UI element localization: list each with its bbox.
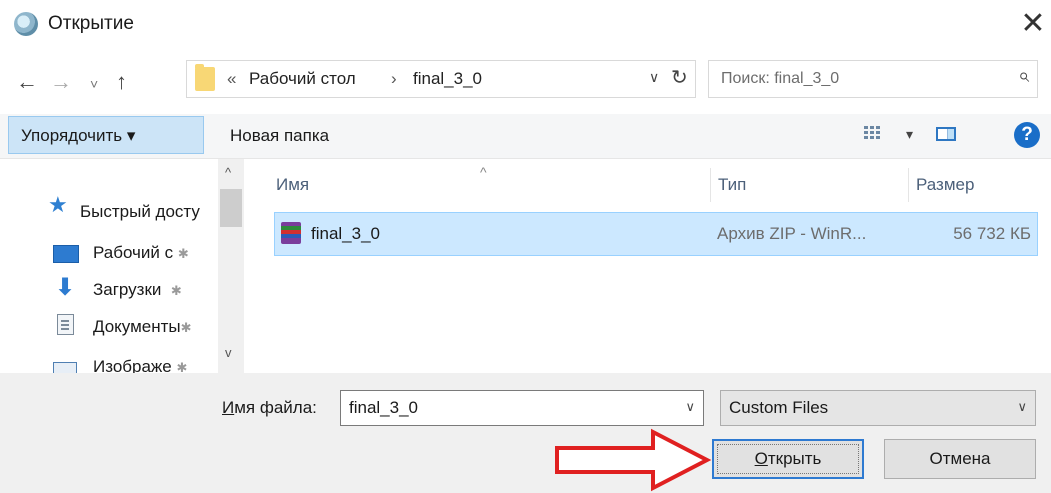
- cancel-button[interactable]: Отмена: [884, 439, 1036, 479]
- navigation-pane: ★ Быстрый досту Рабочий с ✱ ⬇ Загрузки ✱…: [0, 159, 244, 373]
- open-button-accesskey: О: [754, 449, 768, 468]
- sidebar-item-desktop[interactable]: Рабочий с ✱: [93, 243, 189, 264]
- column-divider[interactable]: [908, 168, 909, 202]
- sidebar-item-label: Документы: [93, 317, 181, 336]
- download-icon: ⬇: [55, 274, 76, 301]
- filename-label: Имя файла:: [222, 398, 317, 418]
- pin-icon: ✱: [176, 360, 188, 373]
- file-type: Архив ZIP - WinR...: [717, 224, 867, 243]
- open-file-dialog: Открытие ✕ ← → ˅ ↑ « Рабочий стол › fina…: [0, 0, 1051, 493]
- filename-label-text: мя файла:: [234, 398, 317, 417]
- address-dropdown-icon[interactable]: ∨: [649, 69, 659, 86]
- column-header-type[interactable]: Тип: [718, 175, 746, 195]
- breadcrumb-overflow-icon[interactable]: «: [227, 69, 236, 89]
- scroll-up-icon[interactable]: ^: [225, 165, 231, 180]
- address-bar[interactable]: « Рабочий стол › final_3_0 ∨ ↻: [186, 60, 696, 98]
- refresh-icon[interactable]: ↻: [671, 65, 688, 90]
- window-title: Открытие: [48, 13, 134, 34]
- new-folder-button[interactable]: Новая папка: [230, 126, 329, 146]
- file-type-filter-select[interactable]: Custom Files ∨: [720, 390, 1036, 426]
- up-arrow-icon[interactable]: ↑: [116, 68, 127, 96]
- sidebar-item-pictures[interactable]: Изображе ✱: [93, 357, 187, 373]
- winrar-archive-icon: [281, 222, 301, 244]
- organize-button[interactable]: Упорядочить ▾: [8, 116, 204, 154]
- command-toolbar: Упорядочить ▾ Новая папка ▾ ?: [0, 114, 1051, 159]
- chevron-down-icon[interactable]: ∨: [1017, 399, 1027, 415]
- column-header-size[interactable]: Размер: [916, 175, 974, 195]
- search-icon[interactable]: ⌕: [1018, 65, 1029, 88]
- column-header-name[interactable]: Имя: [276, 175, 309, 195]
- app-icon: [14, 12, 38, 36]
- open-button[interactable]: Открыть: [712, 439, 864, 479]
- sidebar-item-label: Загрузки: [93, 280, 162, 299]
- sidebar-item-label: Изображе: [93, 357, 172, 373]
- folder-icon: [195, 64, 215, 91]
- navigation-pane-scrollbar[interactable]: ^ v: [218, 159, 244, 373]
- column-divider[interactable]: [710, 168, 711, 202]
- pictures-icon: [53, 362, 77, 373]
- back-arrow-icon[interactable]: ←: [16, 68, 38, 96]
- breadcrumb-final-folder[interactable]: final_3_0: [413, 69, 482, 89]
- file-name: final_3_0: [311, 224, 381, 243]
- open-button-label: ткрыть: [767, 449, 822, 468]
- breadcrumb-separator-icon[interactable]: ›: [391, 69, 397, 89]
- file-type-filter-value: Custom Files: [729, 398, 829, 417]
- red-arrow-annotation-icon: [555, 428, 712, 492]
- search-input[interactable]: Поиск: final_3_0: [721, 70, 839, 88]
- title-bar: Открытие ✕: [0, 0, 1051, 50]
- recent-locations-chevron-icon[interactable]: ˅: [90, 70, 98, 98]
- forward-arrow-icon[interactable]: →: [50, 68, 72, 96]
- scroll-down-icon[interactable]: v: [225, 345, 232, 360]
- sidebar-item-downloads[interactable]: Загрузки ✱: [93, 280, 182, 301]
- sidebar-item-quick-access[interactable]: Быстрый досту: [80, 202, 200, 222]
- pin-icon: ✱: [180, 320, 192, 335]
- file-size: 56 732 КБ: [953, 224, 1031, 243]
- search-box[interactable]: Поиск: final_3_0 ⌕: [708, 60, 1038, 98]
- sort-ascending-icon: ^: [480, 164, 487, 180]
- desktop-icon: [53, 245, 79, 263]
- sidebar-item-label: Рабочий с: [93, 243, 174, 262]
- file-row[interactable]: final_3_0 Архив ZIP - WinR... 56 732 КБ: [274, 212, 1038, 256]
- chevron-down-icon[interactable]: ∨: [685, 399, 695, 415]
- filename-input[interactable]: final_3_0: [349, 398, 418, 418]
- breadcrumb-desktop[interactable]: Рабочий стол: [249, 69, 356, 89]
- documents-icon: [57, 314, 74, 335]
- preview-pane-icon[interactable]: [936, 127, 956, 141]
- filename-combobox[interactable]: final_3_0 ∨: [340, 390, 704, 426]
- change-view-icon[interactable]: [864, 126, 880, 142]
- filename-label-accesskey: И: [222, 398, 235, 417]
- help-icon[interactable]: ?: [1014, 122, 1040, 148]
- close-icon[interactable]: ✕: [1015, 4, 1051, 44]
- view-dropdown-icon[interactable]: ▾: [906, 126, 913, 143]
- pin-icon: ✱: [177, 246, 189, 261]
- scrollbar-thumb[interactable]: [220, 189, 242, 227]
- sidebar-item-documents[interactable]: Документы✱: [93, 317, 192, 338]
- pin-icon: ✱: [170, 283, 182, 298]
- star-icon: ★: [48, 192, 68, 217]
